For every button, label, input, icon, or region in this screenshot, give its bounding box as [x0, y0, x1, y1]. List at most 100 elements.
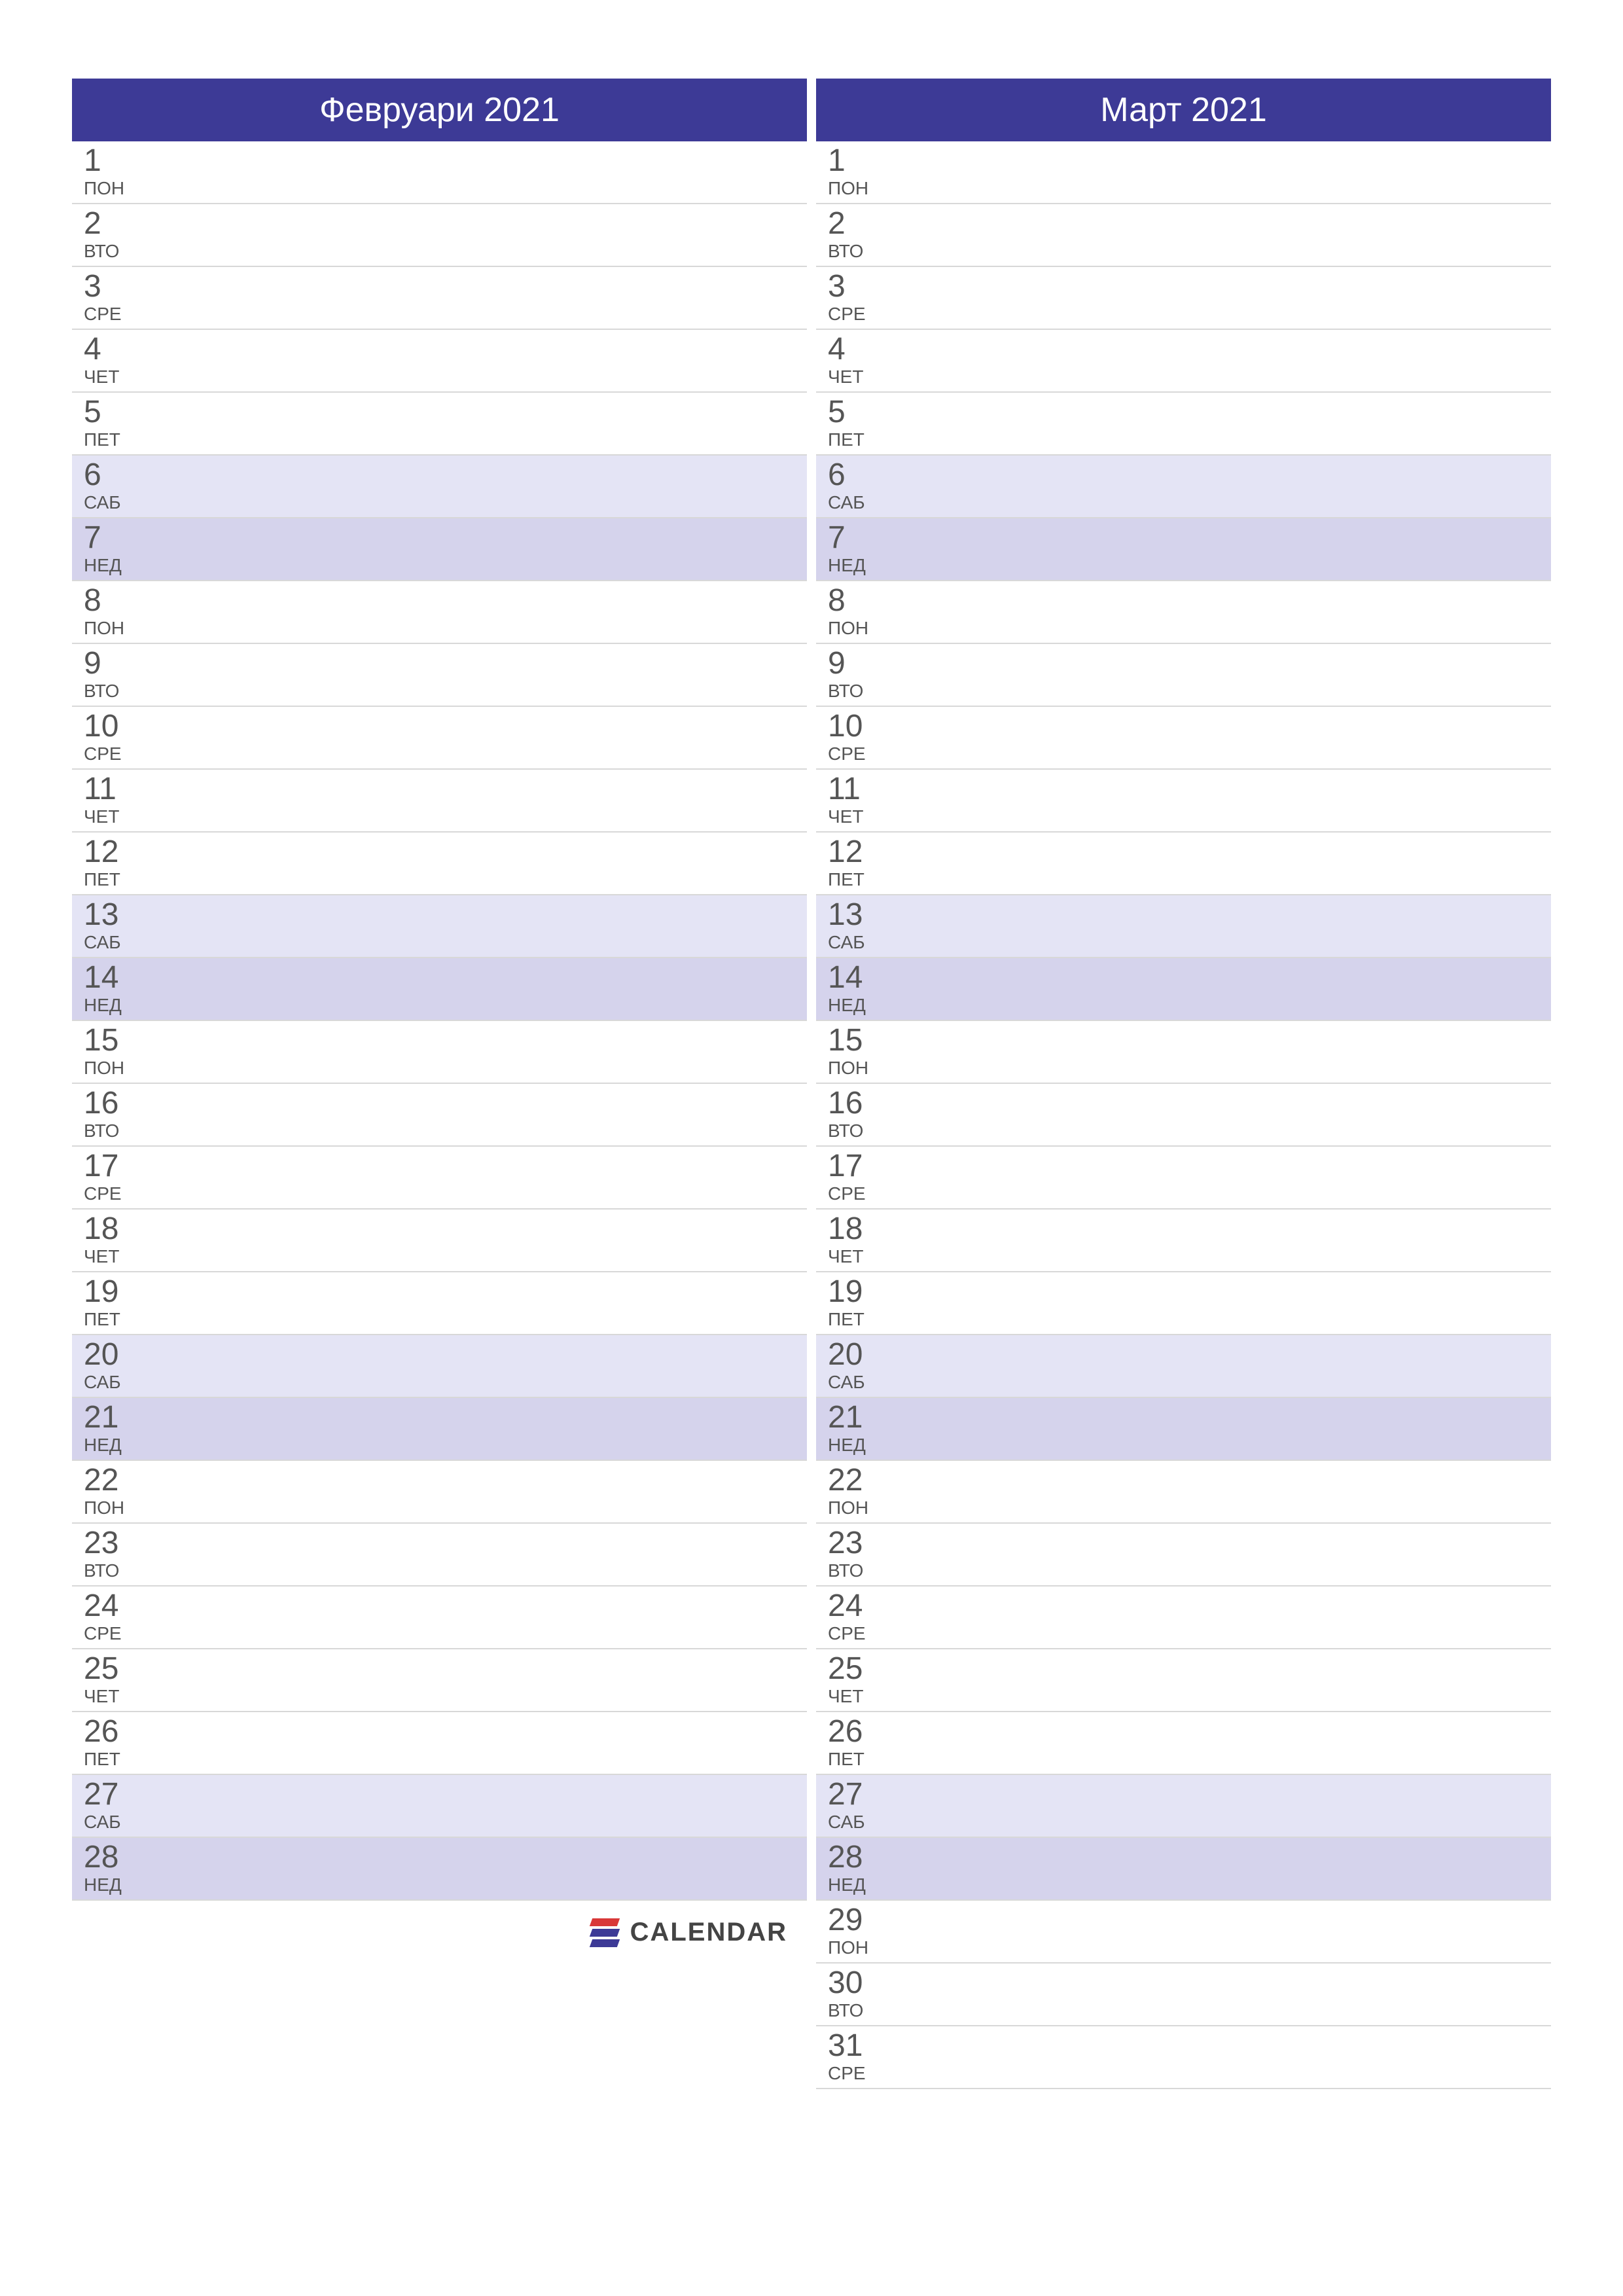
day-label: 28НЕД: [816, 1838, 888, 1899]
weekday-name: ПОН: [828, 618, 888, 639]
day-number: 14: [828, 962, 888, 994]
day-number: 10: [84, 711, 144, 742]
weekday-name: ПЕТ: [828, 1309, 888, 1330]
day-notes-area: [888, 1775, 1551, 1837]
day-row: 12ПЕТ: [816, 833, 1551, 895]
day-label: 2ВТО: [72, 204, 144, 266]
day-number: 23: [84, 1528, 144, 1559]
day-row: 1ПОН: [72, 141, 807, 204]
day-label: 26ПЕТ: [72, 1712, 144, 1774]
weekday-name: ПОН: [828, 1058, 888, 1079]
day-number: 1: [828, 145, 888, 177]
day-number: 26: [828, 1716, 888, 1748]
day-row: 16ВТО: [816, 1084, 1551, 1147]
weekday-name: ПОН: [84, 178, 144, 199]
weekday-name: ЧЕТ: [828, 806, 888, 827]
weekday-name: ВТО: [84, 1121, 144, 1141]
weekday-name: ВТО: [84, 1560, 144, 1581]
day-notes-area: [144, 1461, 807, 1522]
day-number: 17: [828, 1151, 888, 1182]
day-notes-area: [888, 581, 1551, 643]
day-row: 2ВТО: [816, 204, 1551, 267]
day-notes-area: [888, 1461, 1551, 1522]
month-column-mar: Март 2021 1ПОН2ВТО3СРЕ4ЧЕТ5ПЕТ6САБ7НЕД8П…: [816, 79, 1551, 2089]
day-row: 22ПОН: [72, 1461, 807, 1524]
day-label: 21НЕД: [72, 1398, 144, 1460]
day-row: 28НЕД: [816, 1838, 1551, 1901]
day-label: 24СРЕ: [816, 1587, 888, 1648]
day-label: 14НЕД: [816, 958, 888, 1020]
day-row: 8ПОН: [816, 581, 1551, 644]
month-header: Март 2021: [816, 79, 1551, 141]
day-number: 11: [828, 774, 888, 805]
logo-seven-icon: [588, 1916, 621, 1948]
day-label: 11ЧЕТ: [72, 770, 144, 831]
day-notes-area: [144, 1147, 807, 1208]
day-label: 30ВТО: [816, 1964, 888, 2025]
day-label: 5ПЕТ: [816, 393, 888, 454]
day-row: 7НЕД: [72, 518, 807, 581]
weekday-name: ПОН: [84, 1498, 144, 1518]
day-notes-area: [888, 1084, 1551, 1145]
day-notes-area: [888, 1021, 1551, 1083]
day-notes-area: [144, 1649, 807, 1711]
day-number: 10: [828, 711, 888, 742]
day-number: 22: [828, 1465, 888, 1496]
weekday-name: ПОН: [84, 618, 144, 639]
day-notes-area: [888, 1210, 1551, 1271]
day-notes-area: [888, 770, 1551, 831]
day-number: 3: [828, 271, 888, 302]
day-label: 6САБ: [816, 456, 888, 517]
day-number: 29: [828, 1905, 888, 1936]
day-row: 26ПЕТ: [72, 1712, 807, 1775]
day-row: 22ПОН: [816, 1461, 1551, 1524]
day-notes-area: [888, 1901, 1551, 1962]
calendar-container: Февруари 2021 1ПОН2ВТО3СРЕ4ЧЕТ5ПЕТ6САБ7Н…: [72, 79, 1551, 2089]
day-notes-area: [144, 1838, 807, 1899]
day-row: 25ЧЕТ: [816, 1649, 1551, 1712]
day-label: 21НЕД: [816, 1398, 888, 1460]
day-row: 16ВТО: [72, 1084, 807, 1147]
weekday-name: ПЕТ: [828, 1749, 888, 1770]
weekday-name: ЧЕТ: [828, 367, 888, 387]
day-number: 15: [84, 1025, 144, 1056]
day-notes-area: [144, 833, 807, 894]
day-row: 18ЧЕТ: [72, 1210, 807, 1272]
day-row: 15ПОН: [72, 1021, 807, 1084]
day-row: 10СРЕ: [72, 707, 807, 770]
day-number: 21: [84, 1402, 144, 1433]
day-notes-area: [888, 204, 1551, 266]
weekday-name: ПЕТ: [84, 869, 144, 890]
day-notes-area: [888, 707, 1551, 768]
day-number: 17: [84, 1151, 144, 1182]
day-row: 6САБ: [816, 456, 1551, 518]
day-number: 8: [84, 585, 144, 617]
days-list: 1ПОН2ВТО3СРЕ4ЧЕТ5ПЕТ6САБ7НЕД8ПОН9ВТО10СР…: [72, 141, 807, 1901]
day-number: 6: [828, 459, 888, 491]
weekday-name: САБ: [84, 932, 144, 953]
day-number: 25: [828, 1653, 888, 1685]
day-notes-area: [144, 644, 807, 706]
weekday-name: ПЕТ: [84, 1309, 144, 1330]
day-row: 5ПЕТ: [816, 393, 1551, 456]
weekday-name: СРЕ: [828, 2063, 888, 2084]
day-number: 15: [828, 1025, 888, 1056]
day-notes-area: [888, 141, 1551, 203]
day-row: 20САБ: [816, 1335, 1551, 1398]
weekday-name: ЧЕТ: [84, 367, 144, 387]
day-label: 23ВТО: [72, 1524, 144, 1585]
day-label: 25ЧЕТ: [72, 1649, 144, 1711]
day-number: 19: [828, 1276, 888, 1308]
day-label: 19ПЕТ: [72, 1272, 144, 1334]
day-row: 19ПЕТ: [72, 1272, 807, 1335]
day-row: 23ВТО: [72, 1524, 807, 1587]
day-number: 20: [84, 1339, 144, 1371]
day-label: 20САБ: [816, 1335, 888, 1397]
day-notes-area: [888, 393, 1551, 454]
day-row: 14НЕД: [816, 958, 1551, 1021]
day-notes-area: [144, 456, 807, 517]
day-notes-area: [888, 1147, 1551, 1208]
day-notes-area: [144, 267, 807, 329]
weekday-name: ЧЕТ: [84, 1686, 144, 1707]
day-number: 27: [828, 1779, 888, 1810]
